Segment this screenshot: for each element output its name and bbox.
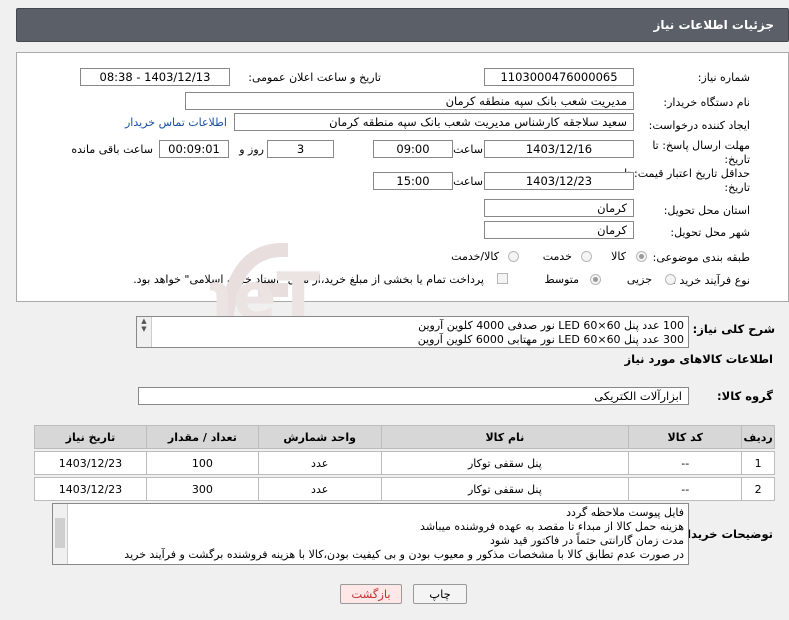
days-field[interactable]: 3 (267, 140, 334, 158)
cell-name: پنل سقفی توکار (380, 477, 630, 501)
col-index: ردیف (741, 425, 775, 449)
buyer-note-line-2: هزینه حمل کالا از مبداء تا مقصد به عهده … (420, 520, 684, 533)
payment-note: پرداخت تمام یا بخشی از مبلغ خرید،از محل … (133, 273, 484, 286)
scroll-thumb[interactable] (55, 518, 65, 548)
cell-qty: 300 (145, 477, 259, 501)
city-label: شهر محل تحویل: (670, 226, 750, 239)
days-label: روز و (239, 143, 264, 156)
need-number-field[interactable]: 1103000476000065 (484, 68, 634, 86)
province-field[interactable]: کرمان (484, 199, 634, 217)
need-number-label: شماره نیاز: (697, 71, 750, 84)
summary-textarea[interactable]: ▲ ▼ 100 عدد پنل 60×60 LED نور صدفی 4000 … (136, 316, 689, 348)
goods-table: ردیف کد کالا نام کالا واحد شمارش تعداد /… (34, 425, 775, 501)
deadline-label-2: تاریخ: (724, 153, 750, 166)
col-code: کد کالا (628, 425, 743, 449)
col-qty: تعداد / مقدار (145, 425, 259, 449)
category-option-service: خدمت (542, 250, 572, 263)
col-unit: واحد شمارش (257, 425, 382, 449)
cell-qty: 100 (145, 451, 259, 475)
remaining-label: ساعت باقی مانده (71, 143, 153, 156)
deadline-date-field[interactable]: 1403/12/16 (484, 140, 634, 158)
goods-group-field[interactable]: ابزارآلات الکتریکی (138, 387, 689, 405)
category-label: طبقه بندی موضوعی: (652, 251, 750, 264)
cell-index: 2 (741, 477, 775, 501)
category-option-both: کالا/خدمت (451, 250, 499, 263)
buyer-notes-scrollbar[interactable] (53, 504, 68, 564)
creator-field[interactable]: سعید سلاجقه کارشناس مدیریت شعب بانک سپه … (234, 113, 634, 131)
announce-field[interactable]: 1403/12/13 - 08:38 (80, 68, 230, 86)
creator-label: ایجاد کننده درخواست: (648, 119, 750, 132)
buyer-notes-label: توضیحات خریدار: (675, 527, 773, 541)
print-button[interactable]: چاپ (413, 584, 467, 604)
province-label: استان محل تحویل: (663, 204, 750, 217)
validity-label: حداقل تاریخ اعتبار قیمت: تا (624, 167, 750, 180)
col-name: نام کالا (380, 425, 630, 449)
page-title: جزئیات اطلاعات نیاز (653, 18, 774, 32)
category-radio-both[interactable] (508, 251, 519, 262)
process-radio-minor[interactable] (665, 274, 676, 285)
cell-index: 1 (741, 451, 775, 475)
summary-line-1: 100 عدد پنل 60×60 LED نور صدفی 4000 کلوی… (418, 319, 684, 332)
process-label: نوع فرآیند خرید : (672, 274, 750, 287)
category-radio-goods[interactable] (636, 251, 647, 262)
goods-group-label: گروه کالا: (717, 389, 773, 403)
goods-section-title: اطلاعات کالاهای مورد نیاز (624, 352, 773, 366)
validity-date-field[interactable]: 1403/12/23 (484, 172, 634, 190)
category-radio-service[interactable] (581, 251, 592, 262)
city-field[interactable]: کرمان (484, 221, 634, 239)
cell-date: 1403/12/23 (34, 477, 147, 501)
scroll-down-icon[interactable]: ▼ (137, 325, 151, 333)
deadline-label: مهلت ارسال پاسخ: تا (652, 139, 750, 152)
table-row[interactable]: 2 -- پنل سقفی توکار عدد 300 1403/12/23 (34, 477, 775, 501)
summary-scrollbar[interactable]: ▲ ▼ (137, 317, 152, 347)
remaining-time-field[interactable]: 00:09:01 (159, 140, 229, 158)
validity-time-label: ساعت (453, 175, 483, 188)
page-header: جزئیات اطلاعات نیاز (16, 8, 789, 42)
buyer-note-line-1: فایل پیوست ملاحظه گردد (566, 506, 684, 519)
cell-code: -- (628, 477, 743, 501)
cell-name: پنل سقفی توکار (380, 451, 630, 475)
announce-label: تاریخ و ساعت اعلان عمومی: (248, 71, 381, 84)
summary-line-2: 300 عدد پنل 60×60 LED نور مهتابی 6000 کل… (417, 333, 684, 346)
cell-unit: عدد (257, 477, 382, 501)
process-option-medium: متوسط (544, 273, 579, 286)
deadline-time-field[interactable]: 09:00 (373, 140, 453, 158)
col-date: تاریخ نیاز (34, 425, 147, 449)
buyer-field[interactable]: مدیریت شعب بانک سپه منطقه کرمان (185, 92, 634, 110)
process-radio-medium[interactable] (590, 274, 601, 285)
summary-label: شرح کلی نیاز: (692, 322, 775, 336)
scroll-up-icon[interactable]: ▲ (137, 317, 151, 325)
back-button[interactable]: بازگشت (340, 584, 402, 604)
category-option-goods: کالا (611, 250, 626, 263)
buyer-note-line-3: مدت زمان گارانتی حتماً در فاکتور قید شود (490, 534, 684, 547)
validity-label-2: تاریخ: (724, 181, 750, 194)
contact-link[interactable]: اطلاعات تماس خریدار (125, 116, 227, 129)
table-row[interactable]: 1 -- پنل سقفی توکار عدد 100 1403/12/23 (34, 451, 775, 475)
cell-date: 1403/12/23 (34, 451, 147, 475)
buyer-notes-textarea[interactable]: فایل پیوست ملاحظه گردد هزینه حمل کالا از… (52, 503, 689, 565)
buyer-note-line-4: در صورت عدم تطابق کالا با مشخصات مذکور و… (124, 548, 684, 561)
payment-checkbox[interactable] (497, 273, 508, 284)
cell-unit: عدد (257, 451, 382, 475)
goods-table-header: ردیف کد کالا نام کالا واحد شمارش تعداد /… (34, 425, 775, 449)
cell-code: -- (628, 451, 743, 475)
deadline-time-label: ساعت (453, 143, 483, 156)
process-option-minor: جزیی (626, 273, 652, 286)
buyer-label: نام دستگاه خریدار: (663, 96, 750, 109)
validity-time-field[interactable]: 15:00 (373, 172, 453, 190)
